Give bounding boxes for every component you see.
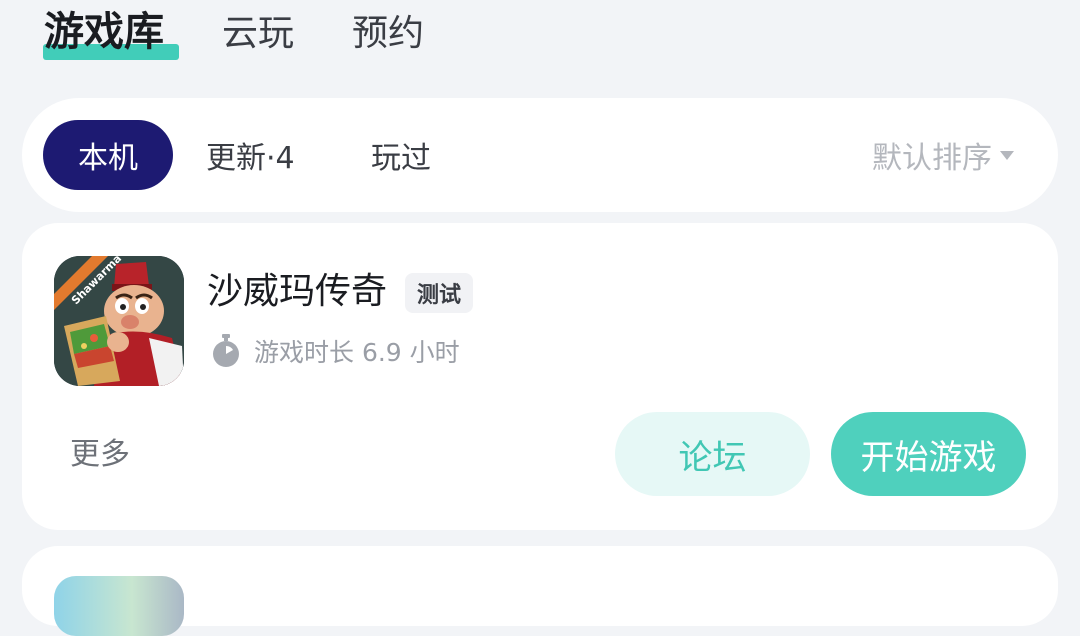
sort-label: 默认排序: [872, 141, 992, 176]
game-name: 沙威玛传奇: [207, 271, 388, 312]
filter-tab-local[interactable]: 本机: [43, 120, 173, 190]
top-tab-bar: 游戏库 云玩 预约: [0, 0, 1080, 80]
tab-reservations[interactable]: 预约: [352, 10, 424, 58]
game-icon[interactable]: Shawarma: [54, 256, 184, 386]
tab-game-library[interactable]: 游戏库: [44, 8, 164, 56]
filter-bar: 本机 更新·4 玩过 默认排序: [22, 98, 1058, 212]
filter-tab-played[interactable]: 玩过: [371, 120, 431, 190]
playtime-text: 游戏时长 6.9 小时: [254, 338, 460, 367]
filter-tab-updates[interactable]: 更新·4: [206, 120, 295, 190]
game-card[interactable]: [22, 546, 1058, 636]
caret-down-icon: [1000, 150, 1014, 160]
test-badge: 测试: [405, 273, 474, 313]
more-button[interactable]: 更多: [70, 435, 130, 475]
tab-cloud-play[interactable]: 云玩: [222, 10, 294, 58]
playtime-info: 游戏时长 6.9 小时: [210, 333, 460, 369]
start-game-button[interactable]: 开始游戏: [831, 412, 1026, 496]
sort-dropdown[interactable]: 默认排序: [872, 120, 1014, 190]
game-icon[interactable]: [54, 576, 184, 636]
game-card[interactable]: Shawarma 沙威玛传奇 测试 游戏时长 6.9 小时 更多 论坛 开始游戏: [22, 223, 1058, 530]
stopwatch-icon: [210, 334, 242, 368]
forum-button[interactable]: 论坛: [615, 412, 810, 496]
